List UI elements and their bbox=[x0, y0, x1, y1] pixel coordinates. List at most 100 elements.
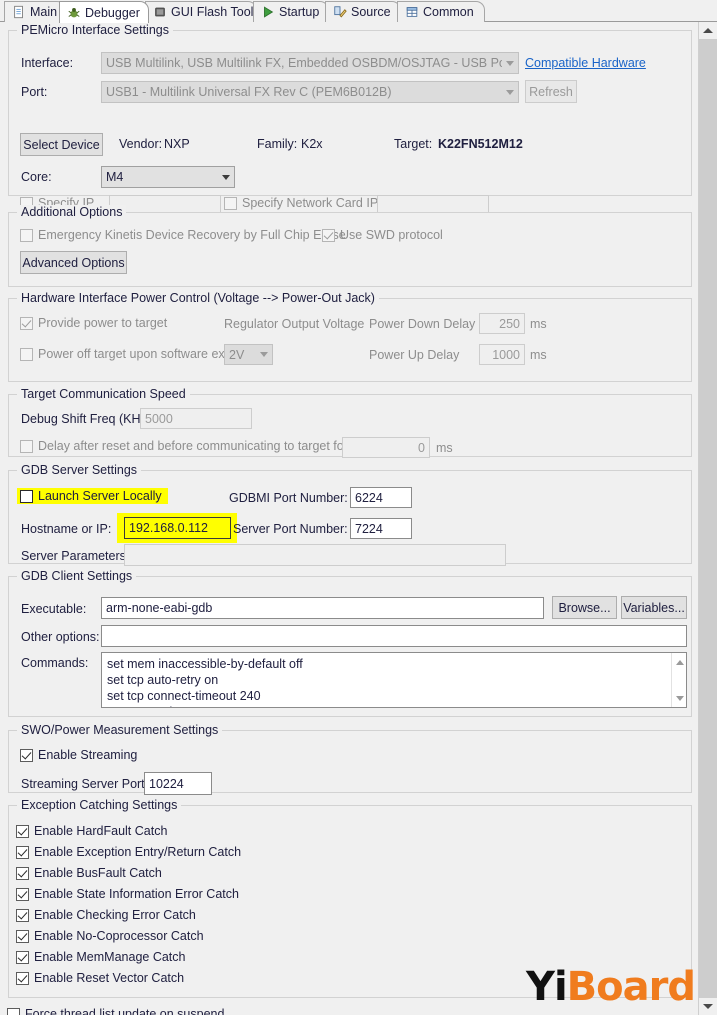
hostname-input[interactable]: 192.168.0.112 bbox=[124, 517, 231, 539]
chip-icon bbox=[155, 7, 165, 17]
chevron-down-icon bbox=[260, 352, 268, 357]
core-combo[interactable]: M4 bbox=[101, 166, 235, 188]
commands-text-content: set mem inaccessible-by-default off set … bbox=[107, 656, 670, 707]
power-down-delay-unit: ms bbox=[530, 317, 547, 331]
tab-debugger-label: Debugger bbox=[85, 5, 140, 20]
browse-button[interactable]: Browse... bbox=[552, 596, 617, 619]
exception-item-checking-error[interactable]: Enable Checking Error Catch bbox=[16, 908, 196, 922]
group-gdb-server-legend: GDB Server Settings bbox=[17, 463, 142, 477]
tab-gui-flash-tool-label: GUI Flash Tool bbox=[171, 5, 254, 19]
executable-input[interactable]: arm-none-eabi-gdb bbox=[101, 597, 544, 619]
emergency-recovery-label: Emergency Kinetis Device Recovery by Ful… bbox=[38, 228, 346, 242]
power-up-delay-label: Power Up Delay bbox=[369, 348, 460, 362]
scroll-down-arrow[interactable] bbox=[699, 998, 717, 1015]
tab-startup[interactable]: Startup bbox=[253, 1, 329, 22]
yiboard-watermark: YiBoard bbox=[526, 964, 696, 1010]
use-swd-protocol-checkbox[interactable]: Use SWD protocol bbox=[322, 228, 443, 242]
refresh-button[interactable]: Refresh bbox=[525, 80, 577, 103]
hostname-label: Hostname or IP: bbox=[21, 522, 112, 536]
checkbox-box bbox=[16, 950, 29, 964]
watermark-part2: Board bbox=[566, 964, 696, 1010]
launch-server-locally-checkbox[interactable]: Launch Server Locally bbox=[17, 488, 168, 504]
regulator-voltage-combo[interactable]: 2V bbox=[224, 344, 273, 365]
launch-server-locally-label: Launch Server Locally bbox=[38, 489, 162, 503]
target-label: Target: bbox=[394, 137, 433, 151]
power-off-on-exit-checkbox[interactable]: Power off target upon software exit bbox=[20, 347, 231, 361]
table-icon bbox=[406, 7, 418, 17]
other-options-label: Other options: bbox=[21, 630, 100, 644]
force-thread-list-update-label: Force thread list update on suspend bbox=[25, 1007, 225, 1015]
server-parameters-input[interactable] bbox=[124, 544, 506, 566]
command-line: set tcp auto-retry on bbox=[107, 673, 219, 687]
exception-item-no-coprocessor[interactable]: Enable No-Coprocessor Catch bbox=[16, 929, 204, 943]
gdbmi-port-input[interactable]: 6224 bbox=[350, 487, 412, 508]
tab-common[interactable]: Common bbox=[397, 1, 485, 22]
enable-streaming-checkbox[interactable]: Enable Streaming bbox=[20, 748, 137, 762]
streaming-server-port-input[interactable]: 10224 bbox=[144, 772, 212, 795]
debug-shift-freq-input[interactable]: 5000 bbox=[140, 408, 252, 429]
commands-scrollbar[interactable] bbox=[671, 653, 686, 707]
exception-item-reset-vector[interactable]: Enable Reset Vector Catch bbox=[16, 971, 184, 985]
interface-combo[interactable]: USB Multilink, USB Multilink FX, Embedde… bbox=[101, 52, 519, 74]
group-gdb-client-legend: GDB Client Settings bbox=[17, 569, 137, 583]
commands-textarea[interactable]: set mem inaccessible-by-default off set … bbox=[101, 652, 687, 708]
group-gdb-client-settings: GDB Client Settings Executable: arm-none… bbox=[8, 569, 692, 717]
server-port-input[interactable]: 7224 bbox=[350, 518, 412, 539]
power-down-delay-input[interactable]: 250 bbox=[479, 313, 525, 334]
tab-gui-flash-tool[interactable]: GUI Flash Tool bbox=[145, 1, 257, 22]
specify-network-card-ip-checkbox[interactable]: Specify Network Card IP bbox=[224, 196, 378, 210]
exception-item-busfault[interactable]: Enable BusFault Catch bbox=[16, 866, 162, 880]
server-port-label: Server Port Number: bbox=[233, 522, 348, 536]
force-thread-list-update-checkbox[interactable]: Force thread list update on suspend bbox=[7, 1007, 224, 1015]
power-up-delay-input[interactable]: 1000 bbox=[479, 344, 525, 365]
group-additional-legend: Additional Options bbox=[17, 205, 127, 219]
command-line: set mem inaccessible-by-default off bbox=[107, 657, 303, 671]
port-combo-value: USB1 - Multilink Universal FX Rev C (PEM… bbox=[106, 85, 392, 99]
port-combo[interactable]: USB1 - Multilink Universal FX Rev C (PEM… bbox=[101, 81, 519, 103]
tab-debugger[interactable]: Debugger bbox=[59, 1, 149, 23]
vendor-label: Vendor: bbox=[119, 137, 163, 151]
checkbox-box bbox=[322, 228, 335, 242]
other-options-input[interactable] bbox=[101, 625, 687, 647]
group-additional-options: Additional Options Emergency Kinetis Dev… bbox=[8, 205, 692, 287]
tab-main[interactable]: Main bbox=[4, 1, 66, 22]
select-device-button[interactable]: Select Device bbox=[20, 133, 103, 156]
commands-scroll-down-arrow[interactable] bbox=[672, 691, 686, 705]
exception-item-hardfault[interactable]: Enable HardFault Catch bbox=[16, 824, 167, 838]
exception-item-state-info[interactable]: Enable State Information Error Catch bbox=[16, 887, 239, 901]
checkbox-box bbox=[20, 748, 33, 762]
delay-after-reset-input[interactable]: 0 bbox=[342, 437, 430, 458]
exception-item-entry-return[interactable]: Enable Exception Entry/Return Catch bbox=[16, 845, 241, 859]
emergency-recovery-checkbox[interactable]: Emergency Kinetis Device Recovery by Ful… bbox=[20, 228, 346, 242]
checkbox-box bbox=[16, 866, 29, 880]
power-down-delay-label: Power Down Delay bbox=[369, 317, 476, 331]
delay-after-reset-unit: ms bbox=[436, 441, 453, 455]
exception-item-label: Enable Checking Error Catch bbox=[34, 908, 196, 922]
tab-bar: Main Debugger GUI Flash Tool Startup Sou… bbox=[0, 0, 717, 23]
group-gdb-server-settings: GDB Server Settings Launch Server Locall… bbox=[8, 463, 692, 566]
variables-button[interactable]: Variables... bbox=[621, 596, 687, 619]
exception-item-label: Enable HardFault Catch bbox=[34, 824, 168, 838]
tab-source[interactable]: Source bbox=[325, 1, 401, 22]
family-value: K2x bbox=[301, 137, 323, 151]
tab-startup-label: Startup bbox=[279, 5, 320, 19]
core-combo-value: M4 bbox=[106, 170, 124, 184]
play-icon bbox=[264, 6, 274, 18]
chevron-down-icon bbox=[506, 60, 514, 66]
page-scrollbar[interactable] bbox=[699, 22, 717, 1015]
scroll-up-arrow[interactable] bbox=[699, 22, 717, 39]
group-target-communication-speed: Target Communication Speed Debug Shift F… bbox=[8, 387, 692, 458]
debug-configuration-debugger-panel: Main Debugger GUI Flash Tool Startup Sou… bbox=[0, 0, 717, 1015]
port-label: Port: bbox=[21, 85, 48, 99]
provide-power-checkbox[interactable]: Provide power to target bbox=[20, 316, 167, 330]
compatible-hardware-link[interactable]: Compatible Hardware bbox=[525, 56, 646, 70]
document-icon bbox=[14, 5, 23, 19]
scrollbar-thumb[interactable] bbox=[699, 39, 717, 998]
exception-item-memmanage[interactable]: Enable MemManage Catch bbox=[16, 950, 185, 964]
delay-after-reset-checkbox[interactable]: Delay after reset and before communicati… bbox=[20, 439, 348, 453]
chevron-down-icon bbox=[506, 89, 514, 95]
commands-scroll-up-arrow[interactable] bbox=[672, 655, 686, 669]
delay-after-reset-label: Delay after reset and before communicati… bbox=[38, 439, 348, 453]
advanced-options-button[interactable]: Advanced Options bbox=[20, 251, 127, 274]
group-pemicro-legend: PEMicro Interface Settings bbox=[17, 23, 173, 37]
